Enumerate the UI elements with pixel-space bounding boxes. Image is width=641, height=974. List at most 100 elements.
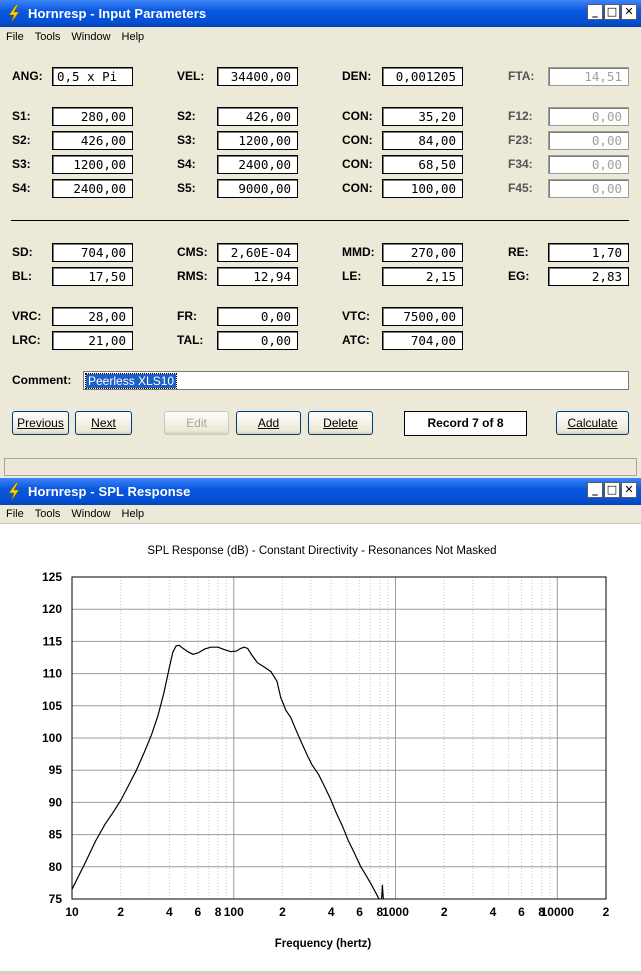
s2-label: S2:	[177, 109, 196, 123]
f45-field: 0,00	[548, 179, 629, 198]
bl-label: BL:	[12, 269, 32, 283]
atc-label: ATC:	[342, 333, 370, 347]
comment-text: Peerless XLS10	[84, 373, 178, 389]
re-field[interactable]: 1,70	[548, 243, 629, 262]
comment-field[interactable]: Peerless XLS10	[83, 371, 629, 390]
x-tick-label: 4	[166, 905, 173, 919]
y-tick-label: 95	[49, 763, 63, 777]
fta-label: FTA:	[508, 69, 535, 83]
x-tick-labels: 10 2 4 6 8 100 2 4 6 81000 2 4 6 810000 2	[65, 905, 609, 919]
eg-label: EG:	[508, 269, 530, 283]
record-indicator: Record 7 of 8	[404, 411, 527, 436]
maximize-icon[interactable]: □	[604, 482, 620, 498]
y-tick-label: 80	[49, 860, 63, 874]
con4-field[interactable]: 100,00	[382, 179, 463, 198]
con3-label: CON:	[342, 157, 373, 171]
den-field[interactable]: 0,001205	[382, 67, 463, 86]
f12-label: F12:	[508, 109, 533, 123]
x-tick-label: 6	[356, 905, 363, 919]
menu-window[interactable]: Window	[65, 508, 115, 520]
s5-field[interactable]: 9000,00	[217, 179, 298, 198]
sd-label: SD:	[12, 245, 33, 259]
s2-label: S2:	[12, 133, 31, 147]
mmd-field[interactable]: 270,00	[382, 243, 463, 262]
f23-field: 0,00	[548, 131, 629, 150]
spl-spike	[381, 884, 384, 900]
vel-field[interactable]: 34400,00	[217, 67, 298, 86]
delete-button[interactable]: Delete	[308, 411, 373, 435]
cms-label: CMS:	[177, 245, 208, 259]
s3-field[interactable]: 1200,00	[52, 155, 133, 174]
x-tick-label: 6	[518, 905, 525, 919]
s2-field[interactable]: 426,00	[52, 131, 133, 150]
lrc-field[interactable]: 21,00	[52, 331, 133, 350]
y-tick-label: 115	[43, 634, 63, 648]
x-tick-label: 10	[65, 905, 79, 919]
rms-label: RMS:	[177, 269, 208, 283]
x-tick-label: 8	[215, 905, 222, 919]
calculate-button[interactable]: Calculate	[556, 411, 629, 435]
fr-field[interactable]: 0,00	[217, 307, 298, 326]
edit-button[interactable]: Edit	[164, 411, 229, 435]
con2-field[interactable]: 84,00	[382, 131, 463, 150]
y-tick-label: 75	[49, 892, 63, 906]
maximize-icon[interactable]: □	[604, 4, 620, 20]
spl-curve	[71, 644, 380, 900]
status-bar	[4, 458, 637, 476]
input-parameters-window: Hornresp - Input Parameters _ □ ✕ File T…	[0, 0, 641, 478]
ang-field[interactable]: 0,5 x Pi	[52, 67, 133, 86]
sd-field[interactable]: 704,00	[52, 243, 133, 262]
den-label: DEN:	[342, 69, 372, 83]
con3-field[interactable]: 68,50	[382, 155, 463, 174]
y-tick-labels: 125 120 115 110 105 100 95 90 85 80 75	[42, 570, 62, 906]
eg-field[interactable]: 2,83	[548, 267, 629, 286]
add-button[interactable]: Add	[236, 411, 301, 435]
lightning-app-icon	[8, 4, 20, 23]
s4-field[interactable]: 2400,00	[217, 155, 298, 174]
close-icon[interactable]: ✕	[621, 482, 637, 498]
f45-label: F45:	[508, 181, 533, 195]
s2-field[interactable]: 426,00	[217, 107, 298, 126]
minimize-icon[interactable]: _	[587, 4, 603, 20]
vrc-field[interactable]: 28,00	[52, 307, 133, 326]
menu-window[interactable]: Window	[65, 31, 115, 43]
le-field[interactable]: 2,15	[382, 267, 463, 286]
atc-field[interactable]: 704,00	[382, 331, 463, 350]
menu-tools[interactable]: Tools	[29, 31, 66, 43]
x-tick-label: 4	[490, 905, 497, 919]
s5-label: S5:	[177, 181, 196, 195]
spl-window-titlebar[interactable]: Hornresp - SPL Response _ □ ✕	[0, 478, 641, 505]
vtc-label: VTC:	[342, 309, 370, 323]
menu-tools[interactable]: Tools	[29, 508, 66, 520]
con1-field[interactable]: 35,20	[382, 107, 463, 126]
next-button[interactable]: Next	[75, 411, 132, 435]
input-window-titlebar[interactable]: Hornresp - Input Parameters _ □ ✕	[0, 0, 641, 27]
menu-help[interactable]: Help	[116, 31, 150, 43]
s4-field[interactable]: 2400,00	[52, 179, 133, 198]
separator-line	[11, 220, 629, 221]
vrc-label: VRC:	[12, 309, 42, 323]
f34-field: 0,00	[548, 155, 629, 174]
bl-field[interactable]: 17,50	[52, 267, 133, 286]
chart-title: SPL Response (dB) - Constant Directivity…	[147, 545, 496, 557]
rms-field[interactable]: 12,94	[217, 267, 298, 286]
spl-window-menubar: File Tools Window Help	[0, 505, 641, 524]
s1-label: S1:	[12, 109, 31, 123]
x-tick-label: 10000	[541, 905, 575, 919]
s3-field[interactable]: 1200,00	[217, 131, 298, 150]
vtc-field[interactable]: 7500,00	[382, 307, 463, 326]
menu-file[interactable]: File	[0, 508, 29, 520]
vel-label: VEL:	[177, 69, 205, 83]
y-tick-label: 105	[42, 699, 62, 713]
close-icon[interactable]: ✕	[621, 4, 637, 20]
cms-field[interactable]: 2,60E-04	[217, 243, 298, 262]
tal-field[interactable]: 0,00	[217, 331, 298, 350]
spl-response-window: Hornresp - SPL Response _ □ ✕ File Tools…	[0, 478, 641, 971]
s1-field[interactable]: 280,00	[52, 107, 133, 126]
minimize-icon[interactable]: _	[587, 482, 603, 498]
menu-file[interactable]: File	[0, 31, 29, 43]
menu-help[interactable]: Help	[116, 508, 150, 520]
con2-label: CON:	[342, 133, 373, 147]
lightning-app-icon	[8, 482, 20, 501]
previous-button[interactable]: Previous	[12, 411, 69, 435]
